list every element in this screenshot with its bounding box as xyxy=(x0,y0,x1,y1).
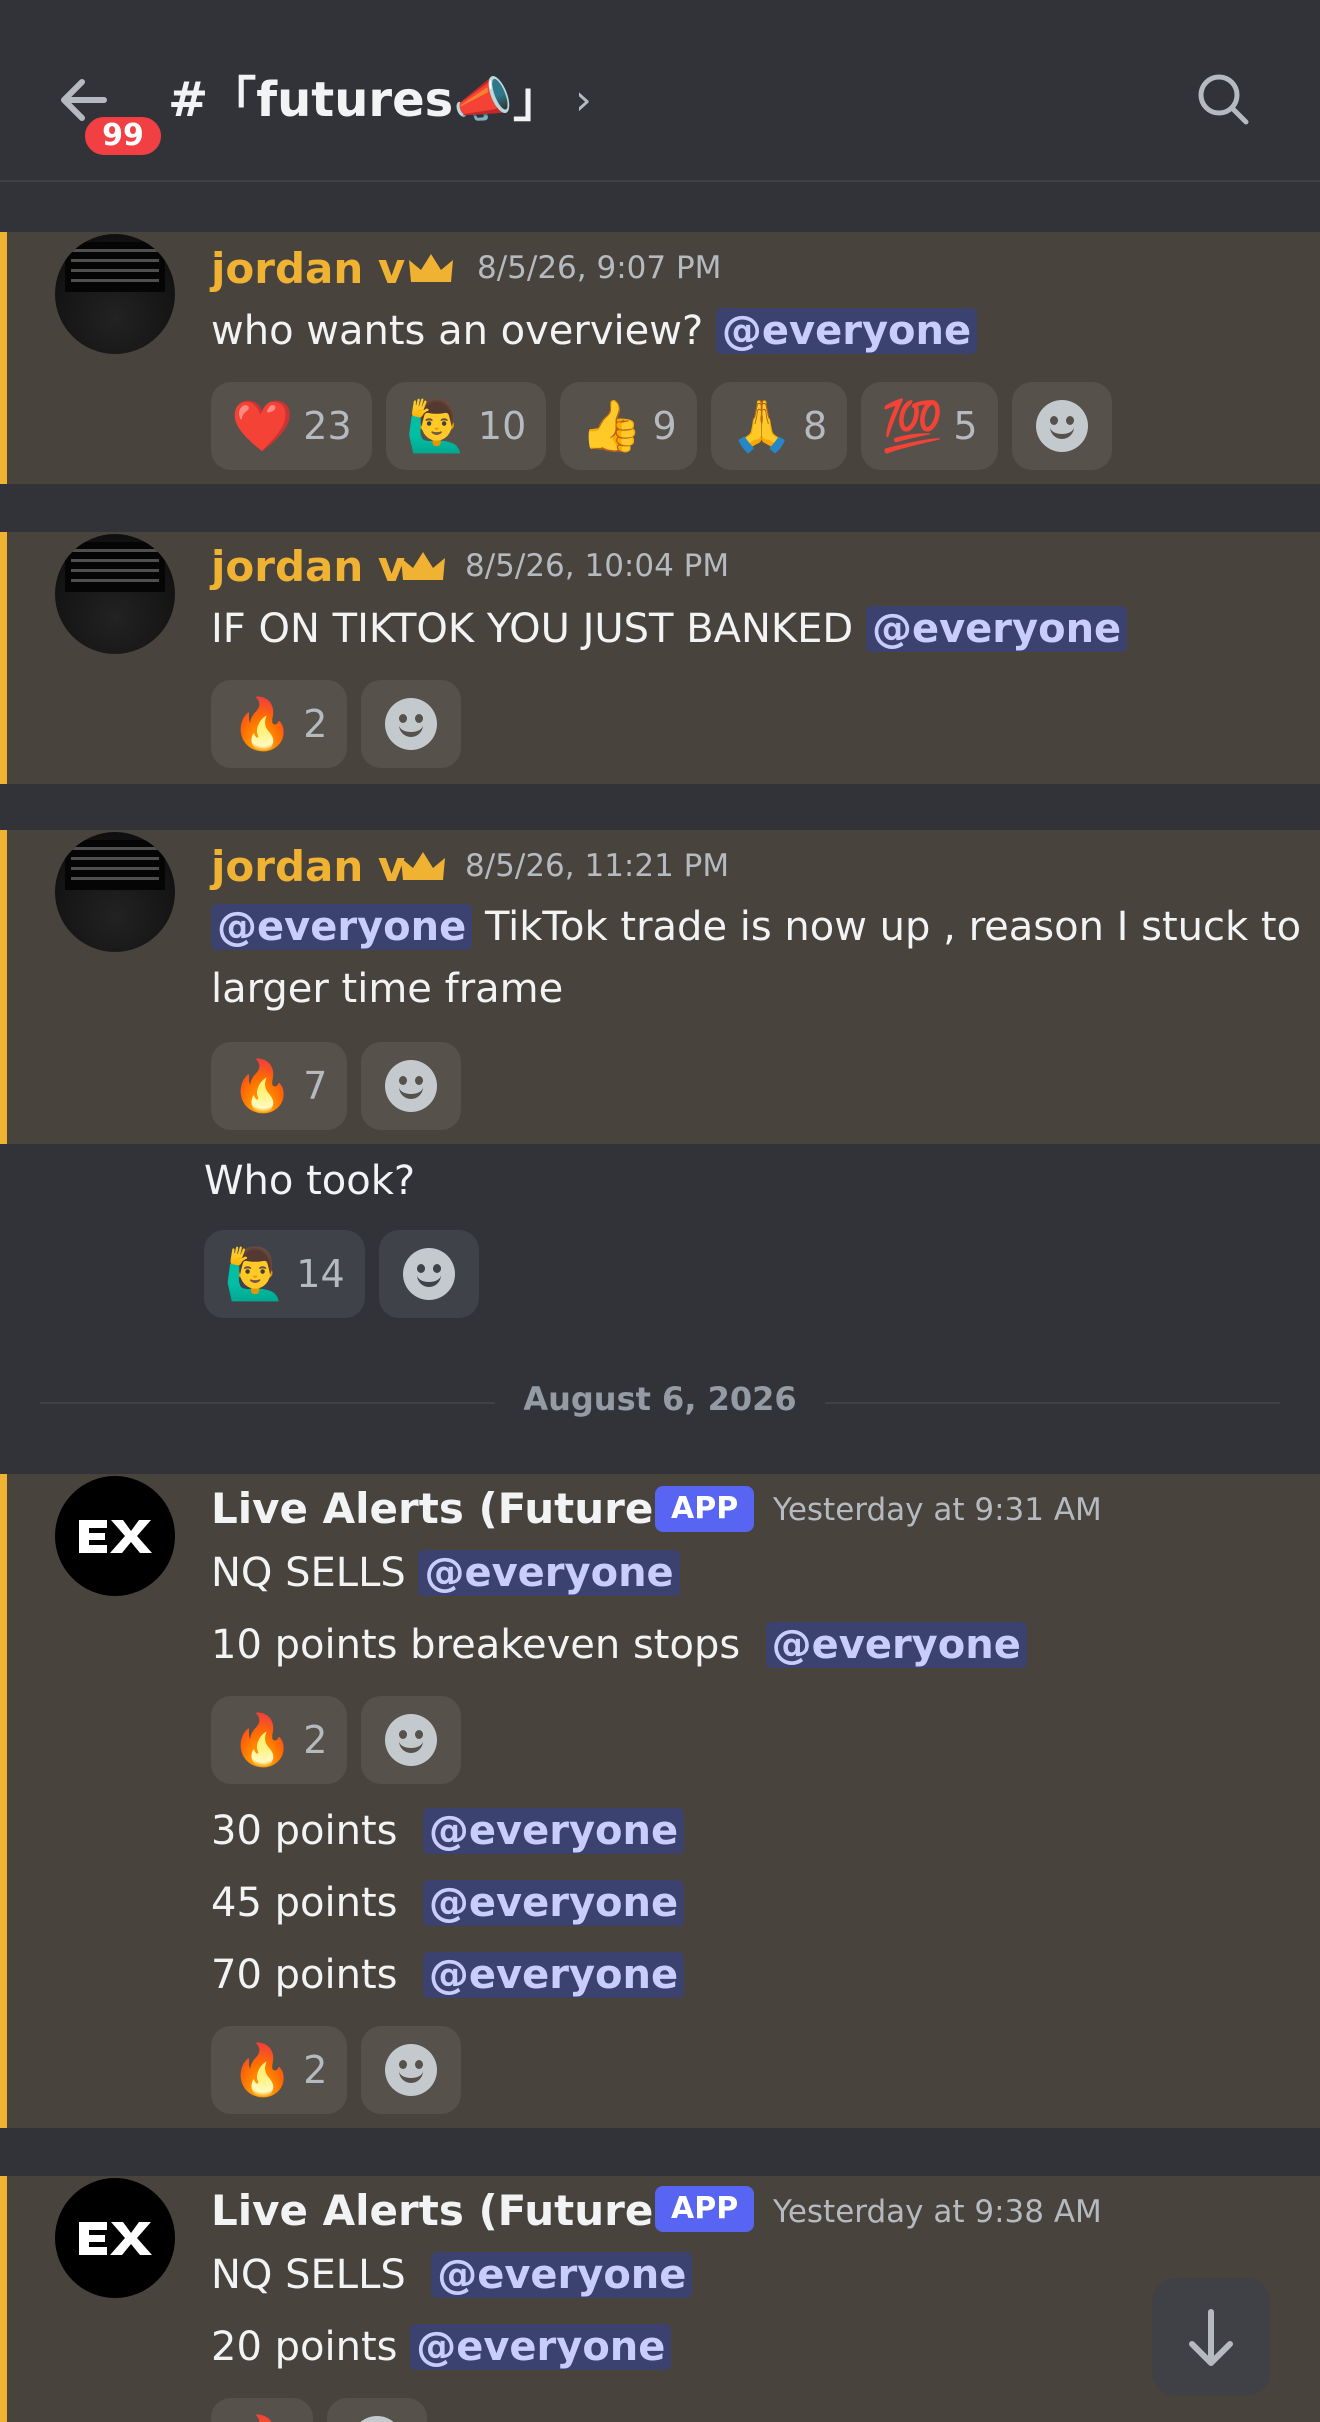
ex-logo-icon xyxy=(79,1520,152,1553)
message: jordan v 8/5/26, 10:04 PM IF ON TIKTOK Y… xyxy=(0,532,1320,784)
add-reaction-button[interactable] xyxy=(378,1230,479,1318)
message: jordan v 8/5/26, 11:21 PM @everyone TikT… xyxy=(0,830,1320,1144)
message-text: @everyone TikTok trade is now up , reaso… xyxy=(211,896,1301,958)
mention[interactable]: @everyone xyxy=(431,2252,693,2298)
reaction[interactable]: ❤️ 23 xyxy=(211,382,372,470)
crown-icon xyxy=(409,254,453,282)
add-reaction-button[interactable] xyxy=(327,2398,428,2422)
author-name[interactable]: Live Alerts (Futures) xyxy=(211,2186,698,2235)
add-reaction-button[interactable] xyxy=(1011,382,1112,470)
message-text: 30 points @everyone xyxy=(211,1800,685,1862)
add-reaction-icon xyxy=(385,2044,438,2096)
add-reaction-icon xyxy=(351,2416,404,2422)
mention[interactable]: @everyone xyxy=(422,1808,685,1854)
reaction-bar: 🔥 7 xyxy=(211,1042,462,1130)
message-text: 45 points @everyone xyxy=(211,1872,685,1934)
avatar[interactable] xyxy=(55,534,175,654)
arrow-down-icon xyxy=(1189,2309,1233,2366)
search-button[interactable] xyxy=(1192,68,1254,130)
reaction[interactable]: 🔥 2 xyxy=(211,2026,348,2114)
reaction[interactable]: 🙋‍♂️ 10 xyxy=(385,382,547,470)
mention[interactable]: @everyone xyxy=(211,904,473,950)
message: Live Alerts (Futures) APP Yesterday at 9… xyxy=(0,1474,1320,2128)
message-text: Who took? xyxy=(204,1158,416,1204)
mention[interactable]: @everyone xyxy=(422,1952,685,1998)
channel-title[interactable]: #「futures📣」 › xyxy=(168,68,592,132)
jump-to-present-button[interactable] xyxy=(1152,2278,1270,2396)
timestamp: 8/5/26, 11:21 PM xyxy=(465,848,730,884)
avatar[interactable] xyxy=(55,234,175,354)
channel-header: 99 #「futures📣」 › xyxy=(0,0,1320,182)
message-text: NQ SELLS @everyone xyxy=(211,2244,693,2306)
avatar[interactable] xyxy=(55,1476,175,1596)
chevron-right-icon: › xyxy=(574,75,592,124)
reaction[interactable]: 🔥 xyxy=(211,2398,314,2422)
mention[interactable]: @everyone xyxy=(765,1622,1027,1668)
mention[interactable]: @everyone xyxy=(715,308,978,354)
message-text: IF ON TIKTOK YOU JUST BANKED @everyone xyxy=(211,598,1128,660)
mention[interactable]: @everyone xyxy=(410,2324,672,2370)
mention[interactable]: @everyone xyxy=(865,606,1128,652)
reaction-bar: 🔥 2 xyxy=(211,1696,462,1784)
message: Who took? 🙋‍♂️ 14 xyxy=(0,1144,1320,1324)
message-text: who wants an overview? @everyone xyxy=(211,300,978,362)
reaction[interactable]: 🔥 2 xyxy=(211,1696,348,1784)
add-reaction-button[interactable] xyxy=(361,1696,462,1784)
author-name[interactable]: jordan v xyxy=(211,842,405,891)
app-badge: APP xyxy=(655,1486,755,1532)
reaction-bar: 🙋‍♂️ 14 xyxy=(204,1230,479,1318)
add-reaction-button[interactable] xyxy=(361,680,462,768)
message-text: NQ SELLS @everyone xyxy=(211,1542,680,1604)
reaction[interactable]: 🔥 2 xyxy=(211,680,348,768)
reaction-bar: 🔥 2 xyxy=(211,2026,462,2114)
timestamp: 8/5/26, 9:07 PM xyxy=(477,250,722,286)
search-icon xyxy=(1198,74,1249,125)
add-reaction-icon xyxy=(1035,400,1088,452)
date-divider: August 6, 2026 xyxy=(0,1380,1320,1418)
app-badge: APP xyxy=(655,2186,755,2232)
reaction[interactable]: 🔥 7 xyxy=(211,1042,348,1130)
reaction[interactable]: 💯 5 xyxy=(861,382,998,470)
timestamp: 8/5/26, 10:04 PM xyxy=(465,548,730,584)
channel-name: #「futures📣」 xyxy=(168,72,561,128)
reaction-bar: ❤️ 23 🙋‍♂️ 10 👍 9 🙏 8 💯 5 xyxy=(211,382,1112,470)
message: jordan v 8/5/26, 9:07 PM who wants an ov… xyxy=(0,232,1320,484)
reaction[interactable]: 🙋‍♂️ 14 xyxy=(204,1230,365,1318)
add-reaction-button[interactable] xyxy=(361,2026,462,2114)
reaction[interactable]: 🙏 8 xyxy=(710,382,848,470)
message-text: 20 points @everyone xyxy=(211,2316,672,2378)
add-reaction-icon xyxy=(385,1714,438,1766)
crown-icon xyxy=(401,552,445,580)
message-text: 10 points breakeven stops @everyone xyxy=(211,1614,1027,1676)
reaction-bar: 🔥 2 xyxy=(211,680,462,768)
mention[interactable]: @everyone xyxy=(422,1880,685,1926)
reaction[interactable]: 👍 9 xyxy=(560,382,697,470)
timestamp: Yesterday at 9:38 AM xyxy=(773,2194,1102,2230)
add-reaction-icon xyxy=(402,1248,455,1300)
author-name[interactable]: Live Alerts (Futures) xyxy=(211,1484,698,1533)
author-name[interactable]: jordan v xyxy=(211,244,405,293)
unread-mentions-badge: 99 xyxy=(80,112,166,160)
mention[interactable]: @everyone xyxy=(418,1550,680,1596)
avatar[interactable] xyxy=(55,832,175,952)
add-reaction-icon xyxy=(385,698,438,750)
avatar[interactable] xyxy=(55,2178,175,2298)
author-name[interactable]: jordan v xyxy=(211,542,405,591)
message-text: larger time frame xyxy=(211,966,564,1012)
ex-logo-icon xyxy=(79,2222,152,2255)
crown-icon xyxy=(401,852,445,880)
add-reaction-button[interactable] xyxy=(361,1042,462,1130)
timestamp: Yesterday at 9:31 AM xyxy=(773,1492,1102,1528)
message-text: 70 points @everyone xyxy=(211,1944,685,2006)
add-reaction-icon xyxy=(385,1060,438,1112)
message: Live Alerts (Futures) APP Yesterday at 9… xyxy=(0,2176,1320,2422)
reaction-bar: 🔥 xyxy=(211,2398,428,2422)
